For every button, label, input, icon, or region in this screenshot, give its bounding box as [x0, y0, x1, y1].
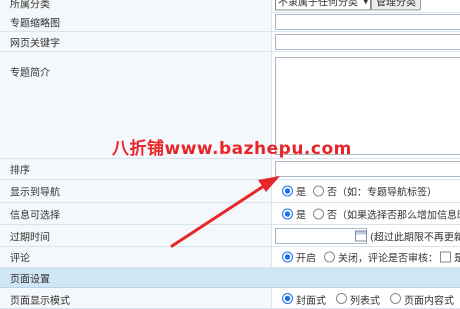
show-nav-yes-label: 是 [296, 187, 306, 199]
keywords-label: 网页关键字 [10, 38, 60, 49]
intro-label: 专题简介 [10, 68, 50, 79]
row-display-mode: 页面显示模式 封面式 列表式 页面内容式 [0, 288, 460, 309]
info-select-yes-label: 是 [296, 210, 306, 221]
row-show-nav: 显示到导航 是 否（如：专题导航标签） [0, 180, 460, 203]
category-label: 所属分类 [10, 0, 50, 11]
comment-on-radio[interactable] [282, 251, 293, 263]
thumbnail-input[interactable] [275, 13, 460, 30]
info-select-no-label: 否（如果选择否那么增加信息时 [327, 210, 460, 221]
display-mode-page-radio[interactable] [390, 293, 401, 304]
row-expire: 过期时间 (超过此期限不再更新 [0, 225, 460, 247]
row-keywords: 网页关键字 [0, 32, 460, 52]
sort-label: 排序 [10, 165, 30, 177]
info-select-yes-radio[interactable] [282, 208, 293, 219]
calendar-icon[interactable] [355, 230, 367, 241]
page-settings-title: 页面设置 [10, 274, 50, 285]
info-select-label: 信息可选择 [10, 210, 60, 221]
watermark-text: 八折铺www.bazhepu.com [112, 139, 352, 159]
expire-input[interactable] [275, 227, 367, 244]
category-select[interactable]: 不隶属于任何分类 [275, 0, 371, 11]
row-info-select: 信息可选择 是 否（如果选择否那么增加信息时 [0, 203, 460, 225]
row-thumbnail: 专题缩略图 [0, 12, 460, 32]
comment-off-label: 关闭，评论是否审核： [338, 253, 438, 265]
comment-label: 评论 [10, 253, 30, 265]
show-nav-no-label: 否（如：专题导航标签） [327, 187, 437, 199]
expire-label: 过期时间 [10, 232, 50, 243]
display-mode-cover-radio[interactable] [282, 293, 293, 304]
expire-hint: (超过此期限不再更新 [370, 232, 460, 243]
show-nav-label: 显示到导航 [10, 187, 60, 199]
comment-on-label: 开启 [296, 253, 316, 265]
thumbnail-label: 专题缩略图 [10, 18, 60, 29]
keywords-input[interactable] [275, 33, 460, 50]
show-nav-yes-radio[interactable] [282, 185, 293, 197]
row-comment: 评论 开启 关闭，评论是否审核： 是 [0, 247, 460, 268]
manage-category-button[interactable]: 管理分类 [371, 0, 421, 11]
comment-review-label: 是 [454, 253, 460, 265]
show-nav-no-radio[interactable] [313, 185, 324, 197]
display-mode-list-radio[interactable] [336, 293, 347, 304]
row-sort: 排序 [0, 159, 460, 180]
comment-off-radio[interactable] [324, 251, 335, 263]
info-select-no-radio[interactable] [313, 208, 324, 219]
comment-review-checkbox[interactable] [440, 251, 451, 263]
sort-input[interactable] [275, 161, 460, 177]
section-page-settings: 页面设置 [0, 268, 460, 288]
